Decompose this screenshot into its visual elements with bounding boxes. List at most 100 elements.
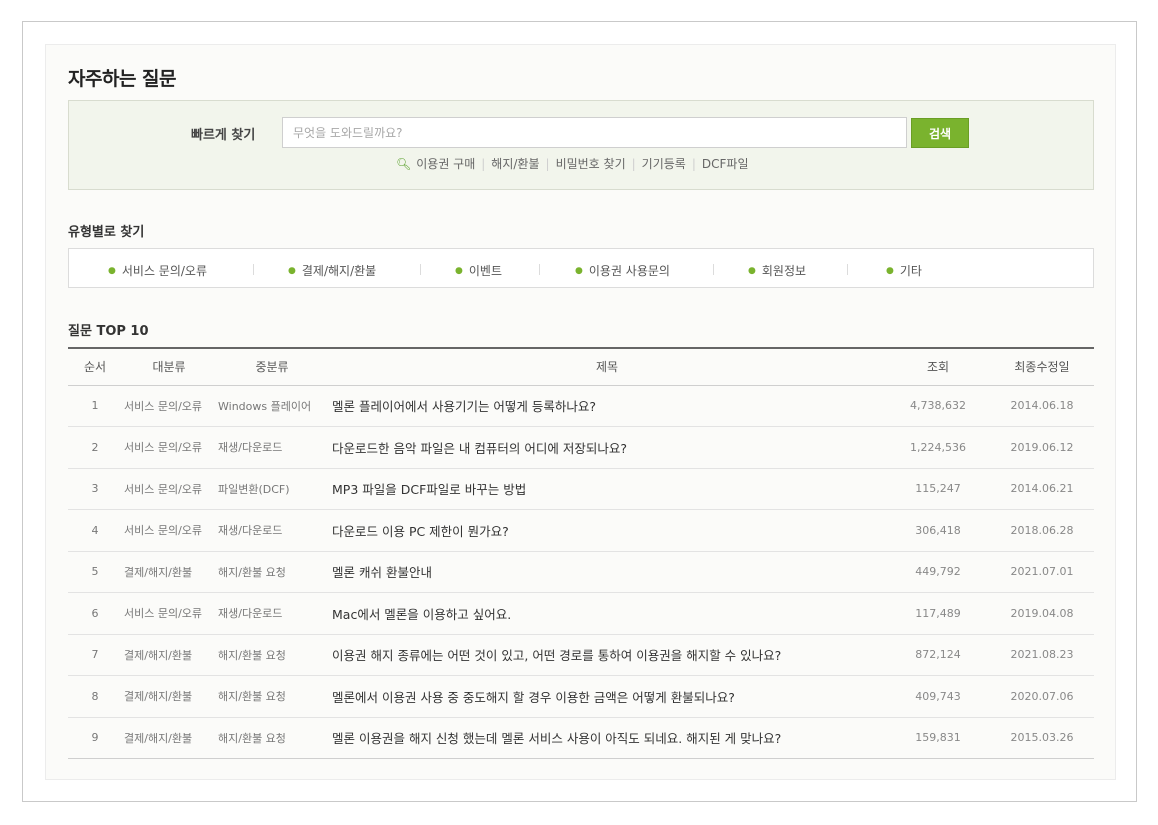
row-date: 2018.06.28 bbox=[990, 509, 1094, 552]
quick-link-device-register[interactable]: 기기등록 bbox=[642, 155, 686, 172]
type-item-label: 이벤트 bbox=[468, 264, 502, 278]
top10-section-title: 질문 TOP 10 bbox=[68, 324, 149, 339]
row-category: 서비스 문의/오류 bbox=[122, 426, 216, 469]
row-subcategory: 재생/다운로드 bbox=[216, 592, 328, 635]
type-item-other[interactable]: ● 기타 bbox=[886, 262, 922, 279]
bullet-icon: ● bbox=[288, 266, 296, 276]
row-category: 서비스 문의/오류 bbox=[122, 385, 216, 427]
table-header-row: 순서 대분류 중분류 제목 조회 최종수정일 bbox=[68, 347, 1094, 386]
bullet-icon: ● bbox=[575, 266, 583, 276]
row-views: 306,418 bbox=[886, 509, 990, 552]
row-number: 4 bbox=[68, 509, 122, 552]
table-row: 4 서비스 문의/오류 재생/다운로드 다운로드 이용 PC 제한이 뭔가요? 306,… bbox=[68, 509, 1094, 552]
row-views: 117,489 bbox=[886, 592, 990, 635]
row-title-link[interactable]: 다운로드한 음악 파일은 내 컴퓨터의 어디에 저장되나요? bbox=[328, 426, 886, 469]
row-number: 9 bbox=[68, 717, 122, 759]
table-row: 6 서비스 문의/오류 재생/다운로드 Mac에서 멜론을 이용하고 싶어요. 117,… bbox=[68, 592, 1094, 635]
row-subcategory: 파일변환(DCF) bbox=[216, 468, 328, 510]
row-title-link[interactable]: 멜론에서 이용권 사용 중 중도해지 할 경우 이용한 금액은 어떻게 환불되나… bbox=[328, 675, 886, 718]
page-title: 자주하는 질문 bbox=[68, 68, 177, 90]
row-title-link[interactable]: 멜론 플레이어에서 사용기기는 어떻게 등록하나요? bbox=[328, 385, 886, 427]
row-views: 4,738,632 bbox=[886, 385, 990, 427]
divider: | bbox=[691, 156, 696, 171]
divider bbox=[253, 264, 254, 275]
bullet-icon: ● bbox=[748, 266, 756, 276]
bullet-icon: ● bbox=[455, 266, 463, 276]
table-row: 8 결제/해지/환불 해지/환불 요청 멜론에서 이용권 사용 중 중도해지 할 경우… bbox=[68, 675, 1094, 718]
row-title-link[interactable]: 다운로드 이용 PC 제한이 뭔가요? bbox=[328, 509, 886, 552]
type-item-ticket-usage[interactable]: ● 이용권 사용문의 bbox=[575, 262, 670, 279]
row-subcategory: 해지/환불 요청 bbox=[216, 675, 328, 718]
row-number: 1 bbox=[68, 385, 122, 427]
quick-link-dcf-file[interactable]: DCF파일 bbox=[702, 155, 749, 172]
row-views: 115,247 bbox=[886, 468, 990, 510]
row-views: 872,124 bbox=[886, 634, 990, 676]
row-title-link[interactable]: 멜론 이용권을 해지 신청 했는데 멜론 서비스 사용이 아직도 되네요. 해지… bbox=[328, 717, 886, 759]
faq-table-body: 1 서비스 문의/오류 Windows 플레이어 멜론 플레이어에서 사용기기는 어떻… bbox=[68, 385, 1094, 759]
row-subcategory: 해지/환불 요청 bbox=[216, 717, 328, 759]
divider: | bbox=[631, 156, 636, 171]
divider bbox=[847, 264, 848, 275]
divider bbox=[713, 264, 714, 275]
row-title-link[interactable]: MP3 파일을 DCF파일로 바꾸는 방법 bbox=[328, 468, 886, 510]
type-item-member-info[interactable]: ● 회원정보 bbox=[748, 262, 806, 279]
type-item-event[interactable]: ● 이벤트 bbox=[455, 262, 502, 279]
row-subcategory: 해지/환불 요청 bbox=[216, 551, 328, 593]
row-number: 7 bbox=[68, 634, 122, 676]
row-number: 3 bbox=[68, 468, 122, 510]
bullet-icon: ● bbox=[886, 266, 894, 276]
row-category: 서비스 문의/오류 bbox=[122, 468, 216, 510]
row-date: 2021.07.01 bbox=[990, 551, 1094, 593]
type-section-title: 유형별로 찾기 bbox=[68, 225, 145, 240]
table-row: 3 서비스 문의/오류 파일변환(DCF) MP3 파일을 DCF파일로 바꾸는 방법… bbox=[68, 468, 1094, 510]
row-date: 2019.04.08 bbox=[990, 592, 1094, 635]
search-icon: 🔍︎ bbox=[396, 156, 412, 171]
quick-link-find-password[interactable]: 비밀번호 찾기 bbox=[556, 155, 626, 172]
header-order: 순서 bbox=[68, 347, 122, 386]
divider bbox=[539, 264, 540, 275]
row-subcategory: 재생/다운로드 bbox=[216, 509, 328, 552]
type-item-label: 이용권 사용문의 bbox=[588, 264, 670, 278]
row-number: 2 bbox=[68, 426, 122, 469]
table-row: 5 결제/해지/환불 해지/환불 요청 멜론 캐쉬 환불안내 449,792 2021.0… bbox=[68, 551, 1094, 593]
type-item-label: 기타 bbox=[899, 264, 922, 278]
row-number: 8 bbox=[68, 675, 122, 718]
type-item-label: 회원정보 bbox=[761, 264, 807, 278]
type-item-payment[interactable]: ● 결제/해지/환불 bbox=[288, 262, 376, 279]
row-subcategory: 재생/다운로드 bbox=[216, 426, 328, 469]
header-modified-date: 최종수정일 bbox=[990, 347, 1094, 386]
quick-link-cancel-refund[interactable]: 해지/환불 bbox=[491, 155, 539, 172]
table-row: 7 결제/해지/환불 해지/환불 요청 이용권 해지 종류에는 어떤 것이 있고, 어… bbox=[68, 634, 1094, 676]
search-button[interactable]: 검색 bbox=[911, 118, 969, 148]
header-subcategory: 중분류 bbox=[216, 347, 328, 386]
row-views: 159,831 bbox=[886, 717, 990, 759]
divider: | bbox=[481, 156, 486, 171]
header-category: 대분류 bbox=[122, 347, 216, 386]
row-title-link[interactable]: 이용권 해지 종류에는 어떤 것이 있고, 어떤 경로를 통하여 이용권을 해지… bbox=[328, 634, 886, 676]
row-views: 449,792 bbox=[886, 551, 990, 593]
row-category: 결제/해지/환불 bbox=[122, 675, 216, 718]
row-category: 서비스 문의/오류 bbox=[122, 509, 216, 552]
table-row: 2 서비스 문의/오류 재생/다운로드 다운로드한 음악 파일은 내 컴퓨터의 어디에… bbox=[68, 426, 1094, 469]
row-category: 결제/해지/환불 bbox=[122, 717, 216, 759]
row-title-link[interactable]: 멜론 캐쉬 환불안내 bbox=[328, 551, 886, 593]
row-date: 2015.03.26 bbox=[990, 717, 1094, 759]
row-category: 결제/해지/환불 bbox=[122, 551, 216, 593]
row-date: 2014.06.21 bbox=[990, 468, 1094, 510]
row-date: 2020.07.06 bbox=[990, 675, 1094, 718]
row-title-link[interactable]: Mac에서 멜론을 이용하고 싶어요. bbox=[328, 592, 886, 635]
row-subcategory: Windows 플레이어 bbox=[216, 385, 328, 427]
quick-link-ticket-purchase[interactable]: 이용권 구매 bbox=[416, 155, 475, 172]
type-item-service-error[interactable]: ● 서비스 문의/오류 bbox=[108, 262, 207, 279]
bullet-icon: ● bbox=[108, 266, 116, 276]
type-item-label: 결제/해지/환불 bbox=[301, 264, 377, 278]
table-row: 9 결제/해지/환불 해지/환불 요청 멜론 이용권을 해지 신청 했는데 멜론 서비… bbox=[68, 717, 1094, 759]
row-views: 1,224,536 bbox=[886, 426, 990, 469]
type-item-label: 서비스 문의/오류 bbox=[121, 264, 207, 278]
quick-links: 🔍︎ 이용권 구매 | 해지/환불 | 비밀번호 찾기 | 기기등록 | DCF… bbox=[396, 155, 749, 172]
divider: | bbox=[545, 156, 550, 171]
row-category: 서비스 문의/오류 bbox=[122, 592, 216, 635]
search-input[interactable] bbox=[282, 117, 907, 148]
row-views: 409,743 bbox=[886, 675, 990, 718]
row-number: 6 bbox=[68, 592, 122, 635]
